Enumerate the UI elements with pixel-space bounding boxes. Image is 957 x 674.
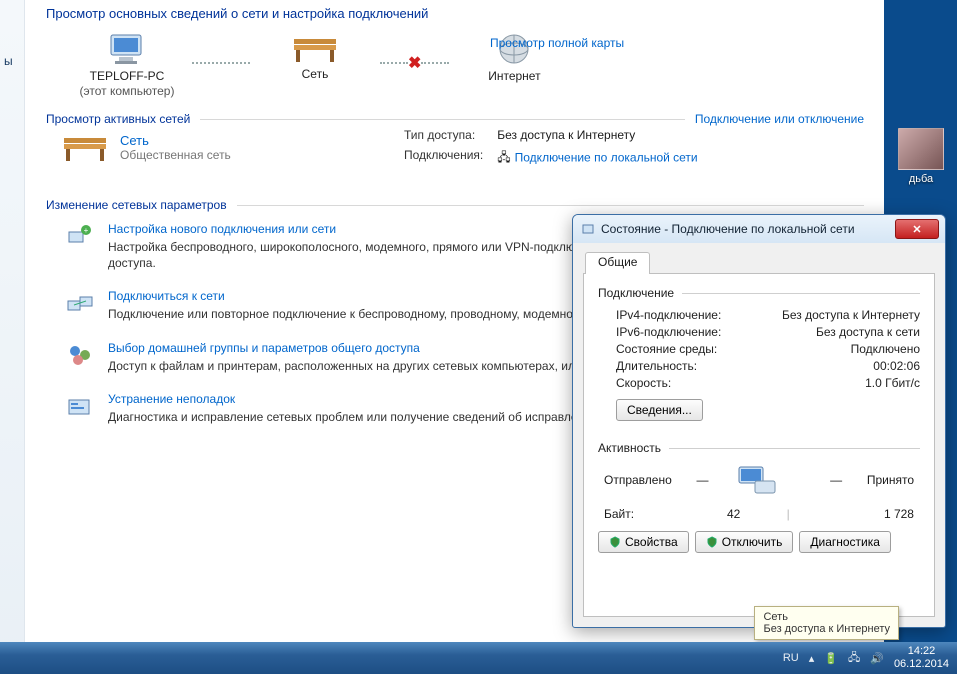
network-tray-icon[interactable]: 🖧	[848, 649, 860, 668]
new-connection-icon: +	[66, 222, 94, 250]
desktop-icon-thumb	[898, 128, 944, 170]
page-title: Просмотр основных сведений о сети и наст…	[46, 6, 864, 21]
battery-icon[interactable]: 🔋	[824, 652, 838, 665]
active-network-block: Сеть Общественная сеть Тип доступа:Без д…	[46, 130, 864, 164]
active-network-type: Общественная сеть	[120, 148, 231, 162]
section-change-settings: Изменение сетевых параметров	[46, 198, 864, 212]
local-connection-link[interactable]: Подключение по локальной сети	[515, 151, 698, 165]
tray-date: 06.12.2014	[894, 658, 949, 671]
ipv6-value: Без доступа к сети	[816, 325, 920, 339]
shield-icon	[706, 536, 718, 548]
bench-icon	[290, 31, 340, 65]
tab-panel-general: Подключение IPv4-подключение: Без доступа…	[583, 274, 935, 617]
connect-disconnect-link[interactable]: Подключение или отключение	[695, 112, 864, 126]
language-indicator[interactable]: RU	[783, 652, 799, 664]
close-button[interactable]: ✕	[895, 219, 939, 239]
sent-label: Отправлено	[604, 473, 672, 487]
node-this-pc-sublabel: (этот компьютер)	[80, 84, 175, 98]
desktop-icon[interactable]: дьба	[891, 128, 951, 185]
edge-pc-to-net	[192, 45, 250, 81]
group-activity-label: Активность	[598, 441, 661, 455]
details-button[interactable]: Сведения...	[616, 399, 703, 421]
speed-label: Скорость:	[616, 376, 671, 390]
media-state-value: Подключено	[851, 342, 920, 356]
left-sidebar-fragment: ы	[0, 0, 25, 664]
tray-clock[interactable]: 14:22 06.12.2014	[894, 645, 949, 670]
media-state-label: Состояние среды:	[616, 342, 717, 356]
tray-chevron-icon[interactable]: ▴	[809, 652, 815, 665]
ipv6-label: IPv6-подключение:	[616, 325, 721, 339]
access-type-label: Тип доступа:	[398, 126, 489, 144]
bytes-label: Байт:	[604, 507, 634, 521]
received-label: Принято	[867, 473, 914, 487]
network-adapter-icon	[581, 222, 595, 236]
desktop-icon-label: дьба	[891, 173, 951, 185]
active-network-details: Тип доступа:Без доступа к Интернету Подк…	[396, 124, 706, 173]
troubleshoot-icon	[66, 392, 94, 420]
ipv4-value: Без доступа к Интернету	[782, 308, 920, 322]
view-full-map-link[interactable]: Просмотр полной карты	[490, 36, 624, 50]
tab-strip: Общие	[583, 251, 935, 274]
homegroup-icon	[66, 341, 94, 369]
duration-label: Длительность:	[616, 359, 697, 373]
node-this-pc-label: TEPLOFF-PC	[90, 69, 165, 84]
group-connection: Подключение	[598, 286, 920, 300]
disable-button-label: Отключить	[722, 535, 783, 549]
computer-icon	[105, 31, 149, 67]
volume-icon[interactable]: 🔊	[870, 652, 884, 665]
taskbar[interactable]: RU ▴ 🔋 🖧 🔊 14:22 06.12.2014	[0, 642, 957, 674]
connections-label: Подключения:	[398, 146, 489, 171]
group-activity: Активность	[598, 441, 920, 455]
node-this-pc: TEPLOFF-PC (этот компьютер)	[62, 31, 192, 98]
dialog-titlebar[interactable]: Состояние - Подключение по локальной сет…	[573, 215, 945, 243]
tooltip-status: Без доступа к Интернету	[763, 623, 890, 635]
ipv4-label: IPv4-подключение:	[616, 308, 721, 322]
diagnose-button[interactable]: Диагностика	[799, 531, 891, 553]
connect-icon	[66, 289, 94, 317]
node-network-label: Сеть	[302, 67, 329, 82]
properties-button-label: Свойства	[625, 535, 678, 549]
activity-dash-right: —	[830, 473, 842, 487]
disconnected-x-icon: ✖	[408, 53, 421, 73]
access-type-value: Без доступа к Интернету	[491, 126, 703, 144]
connection-status-dialog: Состояние - Подключение по локальной сет…	[572, 214, 946, 628]
active-network-name[interactable]: Сеть	[120, 133, 231, 148]
sidebar-text-fragment: ы	[4, 54, 13, 68]
tooltip-title: Сеть	[763, 611, 890, 623]
system-tray: RU ▴ 🔋 🖧 🔊 14:22 06.12.2014	[783, 645, 957, 670]
disable-button[interactable]: Отключить	[695, 531, 794, 553]
activity-computers-icon	[733, 463, 781, 497]
properties-button[interactable]: Свойства	[598, 531, 689, 553]
edge-net-to-internet: ✖	[380, 45, 449, 81]
dialog-title: Состояние - Подключение по локальной сет…	[601, 222, 855, 236]
bytes-sent-value: 42	[680, 507, 740, 521]
duration-value: 00:02:06	[873, 359, 920, 373]
svg-text:+: +	[84, 226, 89, 235]
bytes-received-value: 1 728	[836, 507, 914, 521]
activity-dash-left: —	[697, 473, 709, 487]
section-active-networks-label: Просмотр активных сетей	[46, 112, 190, 126]
network-tooltip: Сеть Без доступа к Интернету	[754, 606, 899, 640]
group-connection-label: Подключение	[598, 286, 674, 300]
node-internet-label: Интернет	[488, 69, 540, 84]
tray-time: 14:22	[894, 645, 949, 658]
shield-icon	[609, 536, 621, 548]
node-network: Сеть	[250, 31, 380, 82]
bench-icon	[60, 130, 110, 164]
speed-value: 1.0 Гбит/с	[865, 376, 920, 390]
network-map: TEPLOFF-PC (этот компьютер) Сеть ✖ Интер…	[62, 31, 864, 98]
section-change-settings-label: Изменение сетевых параметров	[46, 198, 227, 212]
